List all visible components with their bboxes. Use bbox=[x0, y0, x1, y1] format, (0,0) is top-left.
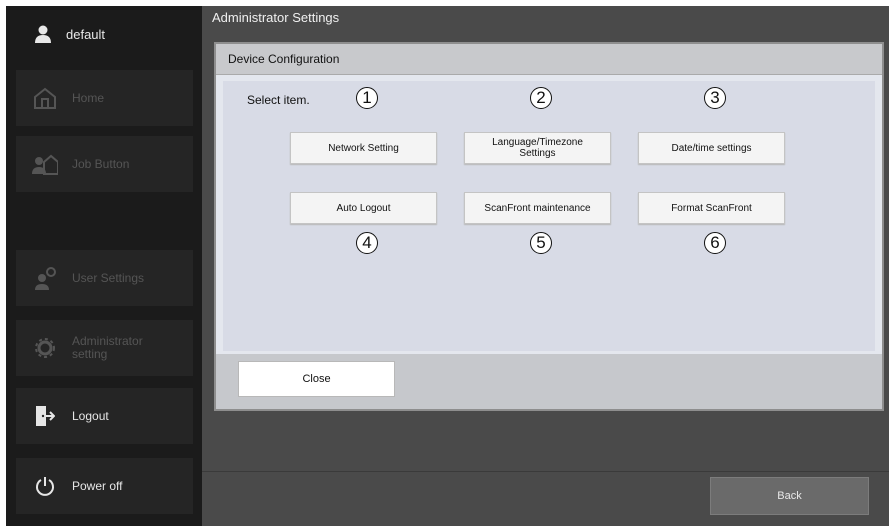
user-name: default bbox=[66, 26, 106, 42]
sidebar-item-label: Home bbox=[72, 90, 105, 105]
user-info: default bbox=[6, 6, 202, 62]
dialog-content: Select item. 1 2 3 Network Setting Langu… bbox=[223, 81, 875, 351]
sidebar-item-label: Job Button bbox=[72, 156, 130, 171]
dialog-footer: Close bbox=[216, 354, 882, 409]
home-icon bbox=[32, 85, 58, 111]
sidebar-item-home: Home bbox=[16, 70, 193, 126]
network-setting-button[interactable]: Network Setting bbox=[290, 132, 437, 164]
sidebar-item-logout[interactable]: Logout bbox=[16, 388, 193, 444]
dialog-title: Device Configuration bbox=[228, 52, 340, 66]
job-button-icon bbox=[32, 151, 58, 177]
sidebar-item-label: User Settings bbox=[72, 270, 145, 285]
sidebar-item-job-button: Job Button bbox=[16, 136, 193, 192]
callout-number-6: 6 bbox=[704, 232, 726, 254]
sidebar-item-administrator-setting: Administrator setting bbox=[16, 320, 193, 376]
sidebar-item-label: Power off bbox=[72, 478, 123, 493]
format-scanfront-button[interactable]: Format ScanFront bbox=[638, 192, 785, 224]
logout-icon bbox=[32, 403, 58, 429]
auto-logout-button[interactable]: Auto Logout bbox=[290, 192, 437, 224]
date-time-settings-button[interactable]: Date/time settings bbox=[638, 132, 785, 164]
user-settings-icon bbox=[32, 265, 58, 291]
divider bbox=[202, 471, 889, 472]
select-prompt: Select item. bbox=[247, 93, 310, 107]
back-button[interactable]: Back bbox=[710, 477, 869, 515]
device-configuration-dialog: Device Configuration Select item. 1 2 3 … bbox=[214, 42, 884, 411]
callout-number-1: 1 bbox=[356, 87, 378, 109]
sidebar-item-power-off[interactable]: Power off bbox=[16, 458, 193, 514]
callout-number-2: 2 bbox=[530, 87, 552, 109]
page-title: Administrator Settings bbox=[212, 10, 340, 25]
power-icon bbox=[32, 473, 58, 499]
sidebar-item-user-settings: User Settings bbox=[16, 250, 193, 306]
sidebar-item-label: Administrator setting bbox=[72, 334, 143, 361]
sidebar-item-label: Logout bbox=[72, 408, 109, 423]
callout-number-3: 3 bbox=[704, 87, 726, 109]
close-button[interactable]: Close bbox=[238, 361, 395, 397]
sidebar: default Home Job Button User Settings Ad… bbox=[6, 6, 202, 526]
callout-number-5: 5 bbox=[530, 232, 552, 254]
gear-icon bbox=[32, 335, 58, 361]
scanfront-maintenance-button[interactable]: ScanFront maintenance bbox=[464, 192, 611, 224]
dialog-header: Device Configuration bbox=[216, 44, 882, 75]
callout-number-4: 4 bbox=[356, 232, 378, 254]
user-icon bbox=[35, 25, 51, 43]
language-timezone-settings-button[interactable]: Language/Timezone Settings bbox=[464, 132, 611, 164]
